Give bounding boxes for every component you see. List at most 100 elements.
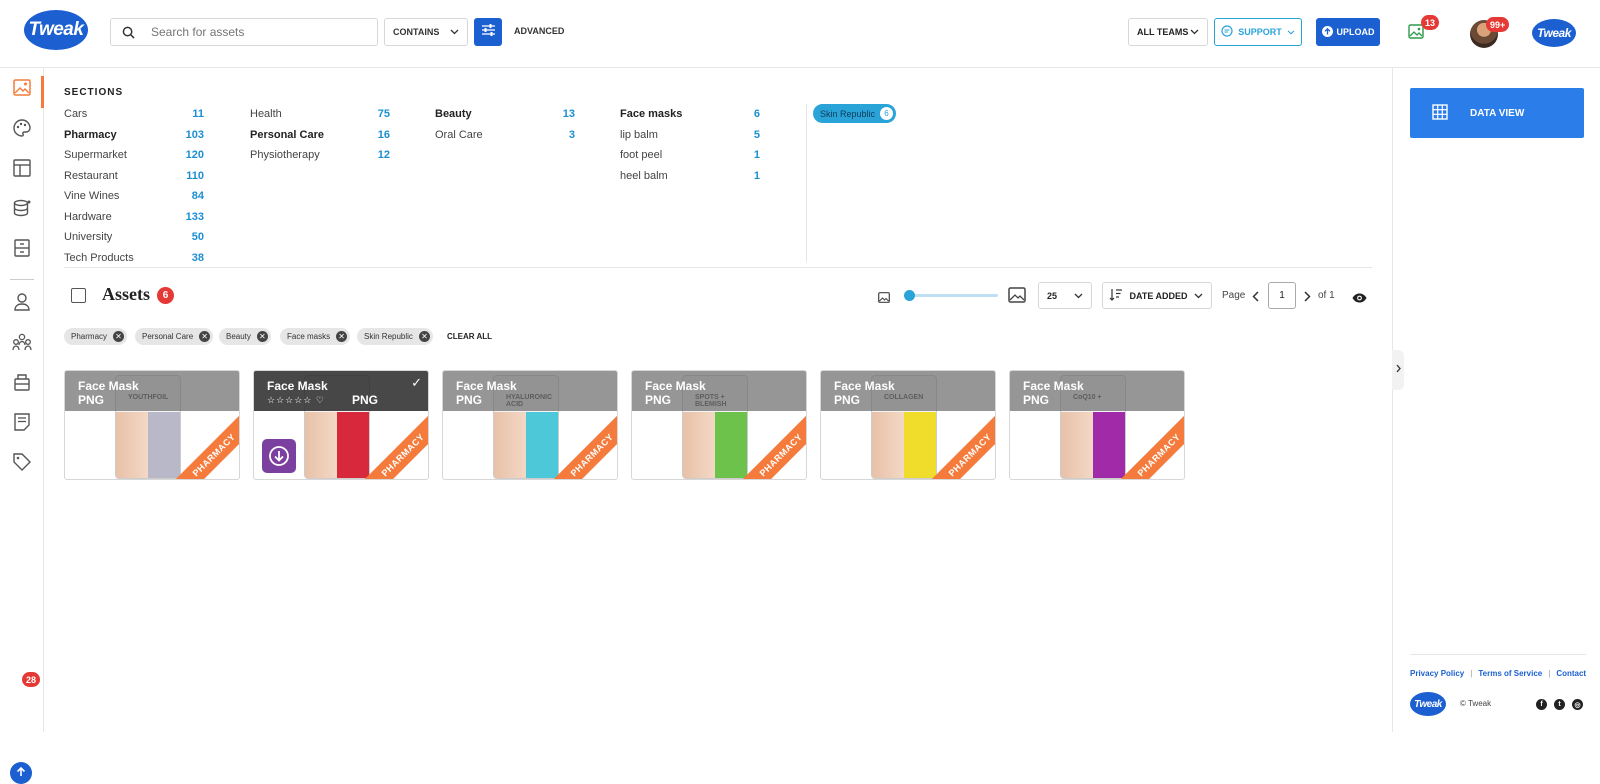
section-item[interactable]: Oral Care 3 <box>435 125 575 146</box>
search-mode-select[interactable]: CONTAINS <box>384 18 468 46</box>
asset-name: Face Mask <box>1023 379 1084 393</box>
section-count: 16 <box>377 128 390 141</box>
section-item[interactable]: Tech Products 38 <box>64 248 204 269</box>
upload-button[interactable]: UPLOAD <box>1316 18 1380 46</box>
sidebar-item-teams[interactable] <box>10 332 34 356</box>
teams-select[interactable]: ALL TEAMS <box>1128 18 1208 46</box>
prev-page-button[interactable] <box>1252 289 1259 307</box>
search-bar[interactable] <box>110 18 378 46</box>
download-button[interactable] <box>262 439 296 473</box>
page-number-input[interactable]: 1 <box>1268 282 1296 309</box>
right-panel <box>1392 68 1600 732</box>
remove-filter-icon[interactable]: ✕ <box>256 331 268 342</box>
section-item[interactable]: Personal Care 16 <box>250 125 390 146</box>
slider-knob[interactable] <box>904 290 915 301</box>
user-icon <box>14 292 30 316</box>
section-label: Personal Care <box>250 128 324 141</box>
section-item[interactable]: University 50 <box>64 227 204 248</box>
thumbnail-face <box>1061 412 1093 478</box>
cabinet-icon <box>14 238 30 262</box>
filter-chip[interactable]: Skin Republic ✕ <box>357 328 433 345</box>
terms-of-service-link[interactable]: Terms of Service <box>1478 669 1542 678</box>
section-item[interactable]: Face masks 6 <box>620 104 760 125</box>
asset-card[interactable]: YOUTHFOILFace MaskPNGPHARMACY <box>64 370 240 480</box>
sidebar-item-documents[interactable] <box>10 412 34 436</box>
chevron-down-icon <box>1287 27 1295 37</box>
small-thumb-icon[interactable] <box>878 290 890 308</box>
large-thumb-icon[interactable] <box>1008 287 1026 308</box>
collapse-panel-button[interactable] <box>1392 350 1404 390</box>
page-total: of 1 <box>1318 290 1335 301</box>
eye-icon[interactable] <box>1352 290 1367 308</box>
notifications-badge: 13 <box>1421 15 1440 30</box>
filter-chip[interactable]: Pharmacy ✕ <box>64 328 128 345</box>
rating-stars[interactable]: ☆☆☆☆☆ ♡ <box>267 395 325 406</box>
filter-chip[interactable]: Beauty ✕ <box>219 328 271 345</box>
section-item[interactable]: Pharmacy 103 <box>64 125 204 146</box>
sidebar-item-palette[interactable] <box>10 118 34 142</box>
section-item[interactable]: Health 75 <box>250 104 390 125</box>
section-count: 1 <box>753 169 760 182</box>
selected-check-icon[interactable]: ✓ <box>411 375 422 391</box>
remove-filter-icon[interactable]: ✕ <box>199 331 211 342</box>
sidebar-item-database[interactable] <box>10 198 34 222</box>
sort-select[interactable]: DATE ADDED <box>1102 282 1212 309</box>
per-page-select[interactable]: 25 <box>1038 282 1092 309</box>
section-item[interactable]: Supermarket 120 <box>64 145 204 166</box>
asset-card[interactable]: HYALURONIC ACIDFace MaskPNGPHARMACY <box>442 370 618 480</box>
chevron-down-icon <box>450 27 459 37</box>
section-label: Hardware <box>64 210 112 223</box>
per-page-value: 25 <box>1047 290 1058 301</box>
team-icon <box>12 333 32 356</box>
section-item[interactable]: lip balm 5 <box>620 125 760 146</box>
section-item[interactable]: Physiotherapy 12 <box>250 145 390 166</box>
tweak-logo[interactable]: Tweak <box>24 10 88 50</box>
brand-chip-count: 6 <box>880 107 894 120</box>
section-item[interactable]: Vine Wines 84 <box>64 186 204 207</box>
asset-card[interactable]: SPOTS + BLEMISHFace MaskPNGPHARMACY <box>631 370 807 480</box>
sidebar-item-archive[interactable] <box>10 238 34 262</box>
support-button[interactable]: SUPPORT <box>1214 18 1302 46</box>
asset-card[interactable]: Face Mask PNG ☆☆☆☆☆ ♡ ✓ PHARMACY <box>253 370 429 480</box>
filter-settings-button[interactable] <box>474 18 502 46</box>
tweak-logo-small[interactable]: Tweak <box>1532 19 1576 47</box>
privacy-policy-link[interactable]: Privacy Policy <box>1410 669 1464 678</box>
sidebar-item-store[interactable] <box>10 372 34 396</box>
sidebar-item-tags[interactable] <box>10 452 34 476</box>
remove-filter-icon[interactable]: ✕ <box>113 331 125 342</box>
next-page-button[interactable] <box>1304 289 1311 307</box>
sidebar-item-user[interactable] <box>10 292 34 316</box>
filter-chip[interactable]: Personal Care ✕ <box>135 328 214 345</box>
clear-all-button[interactable]: CLEAR ALL <box>447 332 492 341</box>
section-item[interactable]: heel balm 1 <box>620 166 760 187</box>
filter-chip-label: Personal Care <box>142 332 194 341</box>
asset-name: Face Mask <box>645 379 706 393</box>
sidebar-upload-button[interactable] <box>10 762 32 784</box>
contact-link[interactable]: Contact <box>1556 669 1586 678</box>
search-input[interactable] <box>145 25 365 39</box>
section-label: Vine Wines <box>64 190 120 203</box>
section-item[interactable]: foot peel 1 <box>620 145 760 166</box>
sidebar-item-assets[interactable] <box>10 78 34 102</box>
filter-chip[interactable]: Face masks ✕ <box>280 328 351 345</box>
section-item[interactable]: Restaurant 110 <box>64 166 204 187</box>
twitter-icon[interactable]: t <box>1554 699 1565 710</box>
brand-chip-skin-republic[interactable]: Skin Republic 6 <box>813 104 897 123</box>
asset-extension: PNG <box>78 393 105 407</box>
data-view-button[interactable]: DATA VIEW <box>1410 88 1584 138</box>
asset-card[interactable]: CoQ10 +Face MaskPNGPHARMACY <box>1009 370 1185 480</box>
section-label: Beauty <box>435 108 472 121</box>
section-item[interactable]: Cars 11 <box>64 104 204 125</box>
thumb-size-slider[interactable] <box>904 290 998 301</box>
remove-filter-icon[interactable]: ✕ <box>418 331 430 342</box>
advanced-search-link[interactable]: ADVANCED <box>514 26 564 36</box>
section-item[interactable]: Beauty 13 <box>435 104 575 125</box>
facebook-icon[interactable]: f <box>1536 699 1547 710</box>
instagram-icon[interactable]: ◎ <box>1572 699 1583 710</box>
sidebar-item-layout[interactable] <box>10 158 34 182</box>
footer-separator: | <box>1470 669 1473 678</box>
section-item[interactable]: Hardware 133 <box>64 207 204 228</box>
asset-card[interactable]: COLLAGENFace MaskPNGPHARMACY <box>820 370 996 480</box>
select-all-checkbox[interactable] <box>71 288 86 303</box>
remove-filter-icon[interactable]: ✕ <box>336 331 348 342</box>
